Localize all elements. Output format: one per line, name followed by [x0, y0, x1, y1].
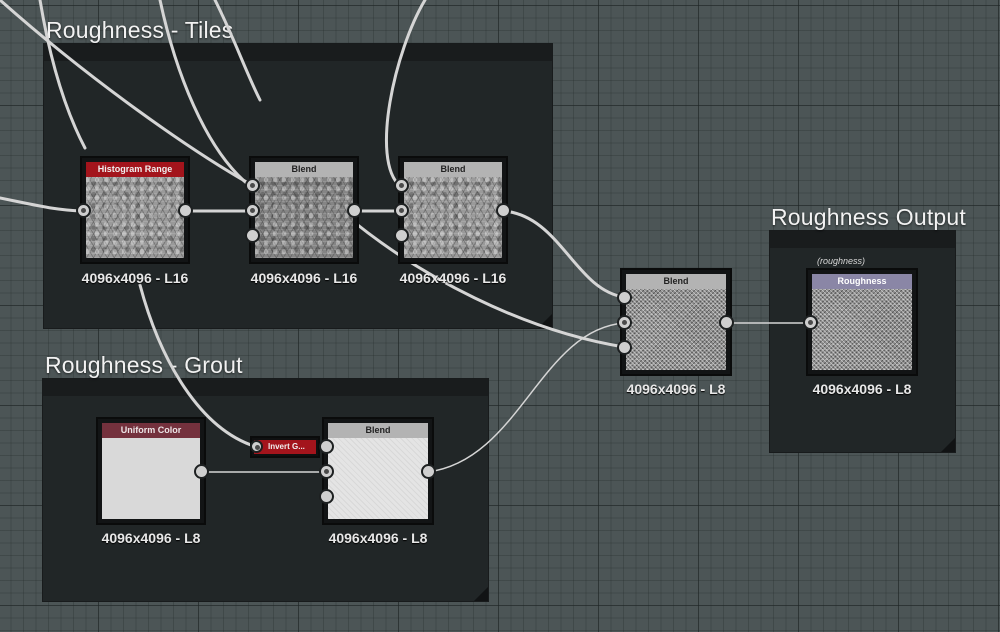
node-roughness-output[interactable]: Roughness: [806, 268, 918, 376]
node-header: Blend: [626, 274, 726, 289]
node-header: Invert G...: [254, 440, 316, 454]
node-thumbnail: [86, 177, 184, 258]
node-comment: (roughness): [817, 256, 866, 266]
node-histogram-range[interactable]: Histogram Range: [80, 156, 190, 264]
input-port-foreground[interactable]: [617, 290, 632, 305]
output-port[interactable]: [719, 315, 734, 330]
output-port[interactable]: [178, 203, 193, 218]
wire-input-histogram[interactable]: [0, 196, 84, 213]
node-resolution-label: 4096x4096 - L8: [328, 530, 428, 546]
node-header: Roughness: [812, 274, 912, 289]
output-port[interactable]: [347, 203, 362, 218]
input-port[interactable]: [250, 440, 263, 453]
node-header: Histogram Range: [86, 162, 184, 177]
node-thumbnail: [102, 438, 200, 519]
node-blend-grout[interactable]: Blend: [322, 417, 434, 525]
input-port-background[interactable]: [319, 464, 334, 479]
node-header: Blend: [255, 162, 353, 177]
node-resolution-label: 4096x4096 - L8: [626, 381, 726, 397]
input-port-opacity[interactable]: [617, 340, 632, 355]
input-port-background[interactable]: [245, 203, 260, 218]
node-header: Uniform Color: [102, 423, 200, 438]
wire-top-to-histogram[interactable]: [38, 0, 87, 150]
node-resolution-label: 4096x4096 - L8: [812, 381, 912, 397]
node-blend-main[interactable]: Blend: [620, 268, 732, 376]
input-port-foreground[interactable]: [319, 439, 334, 454]
input-port-opacity[interactable]: [245, 228, 260, 243]
input-port[interactable]: [803, 315, 818, 330]
wire-blend2-to-main[interactable]: [501, 209, 626, 299]
node-header: Blend: [404, 162, 502, 177]
node-thumbnail: [328, 438, 428, 519]
wire-blendgrout-to-main[interactable]: [427, 322, 625, 473]
input-port[interactable]: [76, 203, 91, 218]
node-thumbnail: [626, 289, 726, 370]
node-header: Blend: [328, 423, 428, 438]
input-port-opacity[interactable]: [319, 489, 334, 504]
output-port[interactable]: [421, 464, 436, 479]
wire-top-to-blend1-b[interactable]: [213, 0, 262, 102]
node-blend-1[interactable]: Blend: [249, 156, 359, 264]
output-port[interactable]: [496, 203, 511, 218]
node-blend-2[interactable]: Blend: [398, 156, 508, 264]
input-port-foreground[interactable]: [394, 178, 409, 193]
input-port-background[interactable]: [394, 203, 409, 218]
input-port-opacity[interactable]: [394, 228, 409, 243]
node-resolution-label: 4096x4096 - L16: [399, 270, 507, 286]
node-resolution-label: 4096x4096 - L16: [81, 270, 189, 286]
node-thumbnail: [404, 177, 502, 258]
node-resolution-label: 4096x4096 - L8: [101, 530, 201, 546]
node-thumbnail: [812, 289, 912, 370]
output-port[interactable]: [194, 464, 209, 479]
node-thumbnail: [255, 177, 353, 258]
node-resolution-label: 4096x4096 - L16: [250, 270, 358, 286]
input-port-foreground[interactable]: [245, 178, 260, 193]
input-port-background[interactable]: [617, 315, 632, 330]
node-uniform-color[interactable]: Uniform Color: [96, 417, 206, 525]
